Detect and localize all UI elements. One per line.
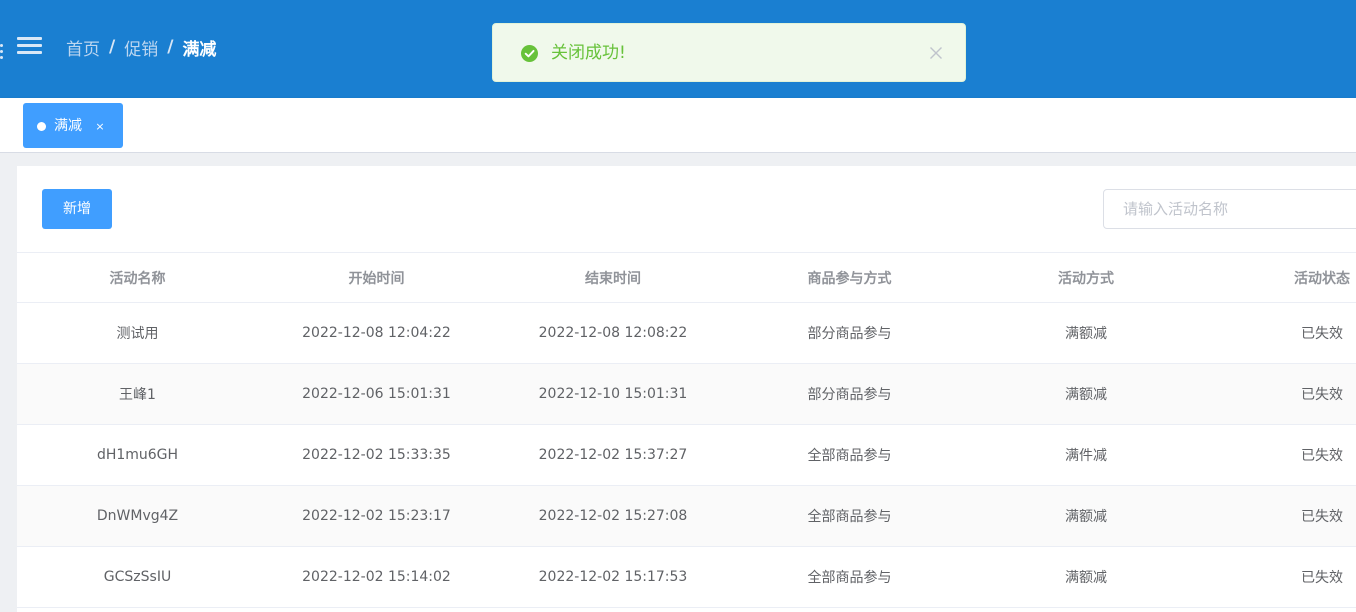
- column-header: 开始时间: [348, 270, 405, 287]
- table-row[interactable]: 王峰1 2022-12-06 15:01:31 2022-12-10 15:01…: [17, 364, 1356, 425]
- table-cell: GCSzSsIU: [103, 569, 172, 585]
- breadcrumb-separator: /: [167, 37, 174, 57]
- hamburger-menu-icon[interactable]: [17, 37, 42, 55]
- add-button[interactable]: 新增: [42, 189, 112, 229]
- table-cell: 2022-12-02 15:27:08: [538, 508, 688, 524]
- table-cell: 全部商品参与: [807, 570, 892, 586]
- table-cell: 满额减: [1065, 570, 1107, 586]
- table-row[interactable]: GCSzSsIU 2022-12-02 15:14:02 2022-12-02 …: [17, 547, 1356, 608]
- tags-view-bar: 满减 ×: [0, 98, 1356, 153]
- tag-current-page[interactable]: 满减 ×: [23, 103, 123, 148]
- table-cell: 全部商品参与: [807, 509, 892, 525]
- table-cell: 2022-12-02 15:23:17: [302, 508, 451, 524]
- column-header: 结束时间: [585, 270, 641, 287]
- active-dot-icon: [37, 122, 46, 131]
- table-row[interactable]: DnWMvg4Z 2022-12-02 15:23:17 2022-12-02 …: [17, 486, 1356, 547]
- tag-close-icon[interactable]: ×: [95, 119, 105, 135]
- table-cell: 2022-12-10 15:01:31: [538, 386, 688, 402]
- success-check-icon: [521, 45, 538, 62]
- table-cell: 2022-12-02 15:14:02: [302, 569, 451, 585]
- table-cell: 满额减: [1065, 326, 1107, 342]
- table-cell: 全部商品参与: [807, 448, 892, 464]
- table-cell: 2022-12-06 15:01:31: [302, 386, 451, 402]
- sidebar-edge-handle[interactable]: [0, 44, 3, 60]
- activity-name-search-input[interactable]: [1103, 189, 1356, 229]
- table-cell: 已失效: [1301, 387, 1343, 403]
- breadcrumb: 首页 / 促销 / 满减: [66, 35, 217, 60]
- success-toast: 关闭成功!: [492, 23, 966, 82]
- breadcrumb-separator: /: [109, 37, 116, 57]
- column-header: 活动方式: [1058, 270, 1114, 287]
- column-header: 商品参与方式: [807, 270, 892, 287]
- column-header: 活动名称: [109, 270, 166, 287]
- breadcrumb-item-promotion[interactable]: 促销: [124, 35, 158, 60]
- table-cell: 已失效: [1301, 448, 1343, 464]
- table-cell: dH1mu6GH: [96, 447, 179, 463]
- table-cell: 满额减: [1065, 387, 1107, 403]
- column-header: 活动状态: [1294, 270, 1350, 287]
- table-row[interactable]: dH1mu6GH 2022-12-02 15:33:35 2022-12-02 …: [17, 425, 1356, 486]
- table-cell: 已失效: [1301, 570, 1343, 586]
- table-cell: 2022-12-08 12:08:22: [538, 325, 688, 341]
- table-cell: 部分商品参与: [807, 326, 892, 342]
- table-row[interactable]: 测试用 2022-12-08 12:04:22 2022-12-08 12:08…: [17, 303, 1356, 364]
- tag-label: 满减: [54, 118, 82, 134]
- table-cell: 已失效: [1301, 509, 1343, 525]
- activity-table: 活动名称 开始时间 结束时间 商品参与方式 活动方式 活动状态 测试用 2022…: [17, 252, 1356, 608]
- table-cell: 满件减: [1065, 448, 1107, 464]
- table-cell: 已失效: [1301, 326, 1343, 342]
- breadcrumb-item-current: 满减: [182, 39, 217, 60]
- table-cell: 王峰1: [119, 387, 156, 403]
- table-cell: 部分商品参与: [807, 387, 892, 403]
- table-cell: 2022-12-02 15:33:35: [302, 447, 451, 463]
- table-cell: 2022-12-08 12:04:22: [302, 325, 451, 341]
- table-header-row: 活动名称 开始时间 结束时间 商品参与方式 活动方式 活动状态: [17, 252, 1356, 303]
- breadcrumb-item-home[interactable]: 首页: [66, 35, 100, 60]
- toast-close-icon[interactable]: [929, 46, 943, 60]
- table-cell: 2022-12-02 15:37:27: [538, 447, 688, 463]
- table-cell: DnWMvg4Z: [96, 508, 179, 524]
- table-cell: 满额减: [1065, 509, 1107, 525]
- table-cell: 2022-12-02 15:17:53: [538, 569, 688, 585]
- table-cell: 测试用: [116, 326, 159, 342]
- toast-message: 关闭成功!: [551, 43, 626, 63]
